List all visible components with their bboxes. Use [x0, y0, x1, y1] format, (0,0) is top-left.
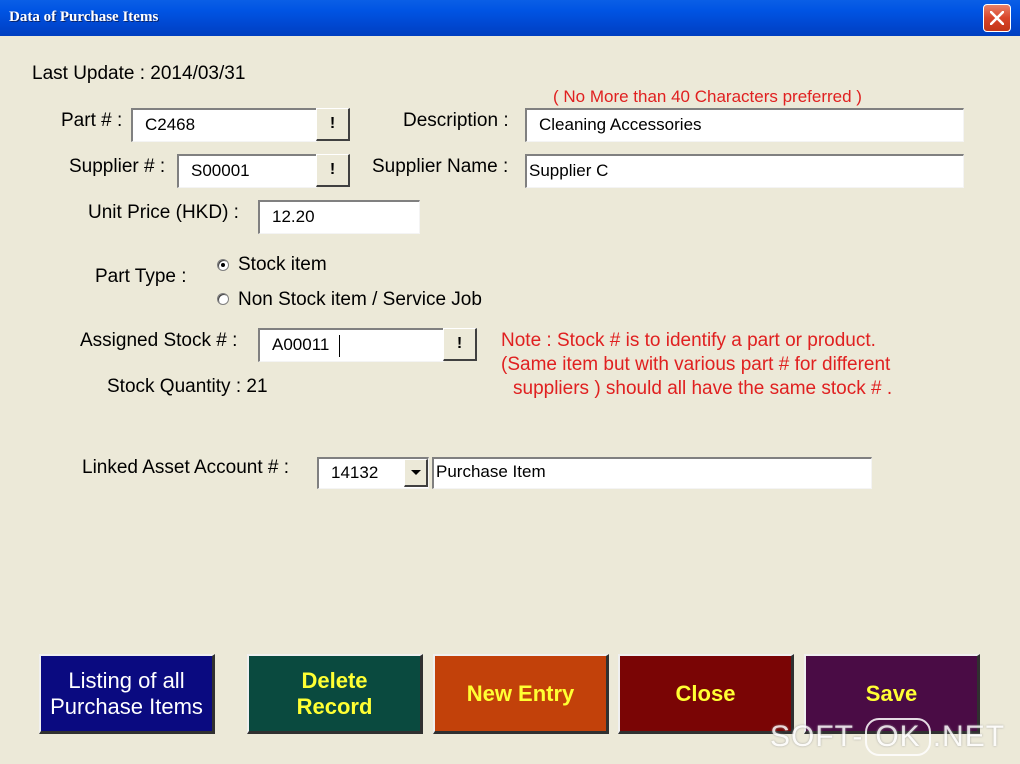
- part-number-input[interactable]: C2468: [131, 108, 317, 142]
- unit-price-input[interactable]: 12.20: [258, 200, 420, 234]
- description-hint: ( No More than 40 Characters preferred ): [553, 87, 862, 106]
- part-number-label: Part # :: [61, 110, 123, 131]
- part-type-label: Part Type :: [95, 266, 187, 287]
- last-update-text: Last Update : 2014/03/31: [32, 63, 246, 84]
- supplier-lookup-button[interactable]: !: [316, 154, 350, 187]
- assigned-stock-input[interactable]: A00011: [258, 328, 444, 362]
- description-input[interactable]: Cleaning Accessories: [525, 108, 964, 142]
- assigned-stock-label: Assigned Stock # :: [80, 330, 238, 351]
- note-line-2: (Same item but with various part # for d…: [501, 354, 891, 375]
- watermark-left: SOFT-: [770, 720, 864, 753]
- supplier-number-input[interactable]: S00001: [177, 154, 317, 188]
- non-stock-item-radio[interactable]: [217, 293, 229, 305]
- linked-account-name-input[interactable]: Purchase Item: [432, 457, 872, 489]
- description-label: Description :: [403, 110, 509, 131]
- window-close-button[interactable]: [983, 4, 1011, 32]
- close-x-icon: [990, 11, 1004, 25]
- supplier-name-label: Supplier Name :: [372, 156, 509, 177]
- window-title: Data of Purchase Items: [9, 9, 159, 25]
- supplier-name-input[interactable]: Supplier C: [525, 154, 964, 188]
- chevron-down-icon[interactable]: [404, 459, 428, 487]
- stock-item-radio[interactable]: [217, 259, 229, 271]
- listing-button[interactable]: Listing of all Purchase Items: [39, 654, 215, 734]
- note-line-1: Note : Stock # is to identify a part or …: [501, 330, 876, 351]
- watermark-right: .NET: [932, 720, 1006, 753]
- delete-button-line-2: Record: [296, 693, 373, 719]
- linked-account-label: Linked Asset Account # :: [82, 457, 290, 478]
- stock-lookup-button[interactable]: !: [443, 328, 477, 361]
- delete-record-button[interactable]: Delete Record: [247, 654, 423, 734]
- note-line-3: suppliers ) should all have the same sto…: [513, 378, 893, 399]
- non-stock-item-option-label[interactable]: Non Stock item / Service Job: [238, 289, 482, 311]
- text-cursor: [339, 335, 340, 357]
- listing-button-line-1: Listing of all: [68, 667, 185, 693]
- unit-price-label: Unit Price (HKD) :: [88, 202, 239, 223]
- delete-button-line-1: Delete: [301, 667, 368, 693]
- stock-item-option-label[interactable]: Stock item: [238, 254, 327, 276]
- title-bar: Data of Purchase Items: [0, 0, 1020, 36]
- close-button[interactable]: Close: [618, 654, 794, 734]
- stock-quantity-text: Stock Quantity : 21: [107, 376, 268, 397]
- watermark-middle: OK: [865, 718, 931, 756]
- listing-button-line-2: Purchase Items: [50, 693, 203, 719]
- new-entry-button[interactable]: New Entry: [433, 654, 609, 734]
- watermark: SOFT- OK .NET: [770, 718, 1005, 756]
- supplier-number-label: Supplier # :: [69, 156, 166, 177]
- part-lookup-button[interactable]: !: [316, 108, 350, 141]
